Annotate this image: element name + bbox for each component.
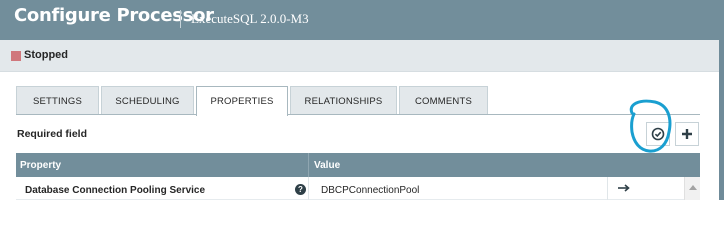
table-row[interactable]: Database Connection Pooling Service ? DB…: [16, 177, 700, 200]
required-field-label: Required field: [17, 128, 88, 140]
column-header-property: Property: [20, 160, 62, 171]
cell-divider: [607, 177, 608, 200]
tab-comments[interactable]: COMMENTS: [399, 86, 488, 115]
status-bar: Stopped: [0, 40, 724, 72]
dialog-header: Configure Processor ExecuteSQL 2.0.0-M3: [0, 0, 724, 40]
stopped-square-icon: [11, 51, 21, 61]
dialog-title: Configure Processor: [14, 5, 214, 26]
question-circle-icon[interactable]: ?: [295, 184, 306, 195]
property-name: Database Connection Pooling Service: [25, 185, 206, 196]
tab-relationships[interactable]: RELATIONSHIPS: [290, 86, 397, 115]
tab-properties[interactable]: PROPERTIES: [196, 86, 288, 116]
properties-table-header: Property Value: [16, 153, 700, 177]
tab-underline: [16, 114, 700, 115]
arrow-right-icon[interactable]: [617, 182, 631, 194]
title-divider: [180, 10, 181, 28]
processor-type-label: ExecuteSQL 2.0.0-M3: [191, 11, 309, 26]
table-scrollbar[interactable]: [684, 177, 700, 200]
cell-divider: [308, 177, 309, 200]
column-header-value: Value: [314, 160, 341, 171]
plus-icon: [682, 129, 692, 139]
add-property-button[interactable]: [675, 122, 699, 146]
property-value[interactable]: DBCPConnectionPool: [321, 185, 419, 196]
status-label: Stopped: [24, 49, 68, 61]
tab-scheduling[interactable]: SCHEDULING: [101, 86, 194, 115]
verify-properties-button[interactable]: [646, 122, 670, 146]
tab-settings[interactable]: SETTINGS: [16, 86, 99, 115]
scroll-up-arrow-icon[interactable]: [689, 185, 697, 190]
column-divider: [308, 153, 309, 177]
check-circle-icon: [651, 127, 665, 141]
background-strip: [719, 40, 724, 200]
